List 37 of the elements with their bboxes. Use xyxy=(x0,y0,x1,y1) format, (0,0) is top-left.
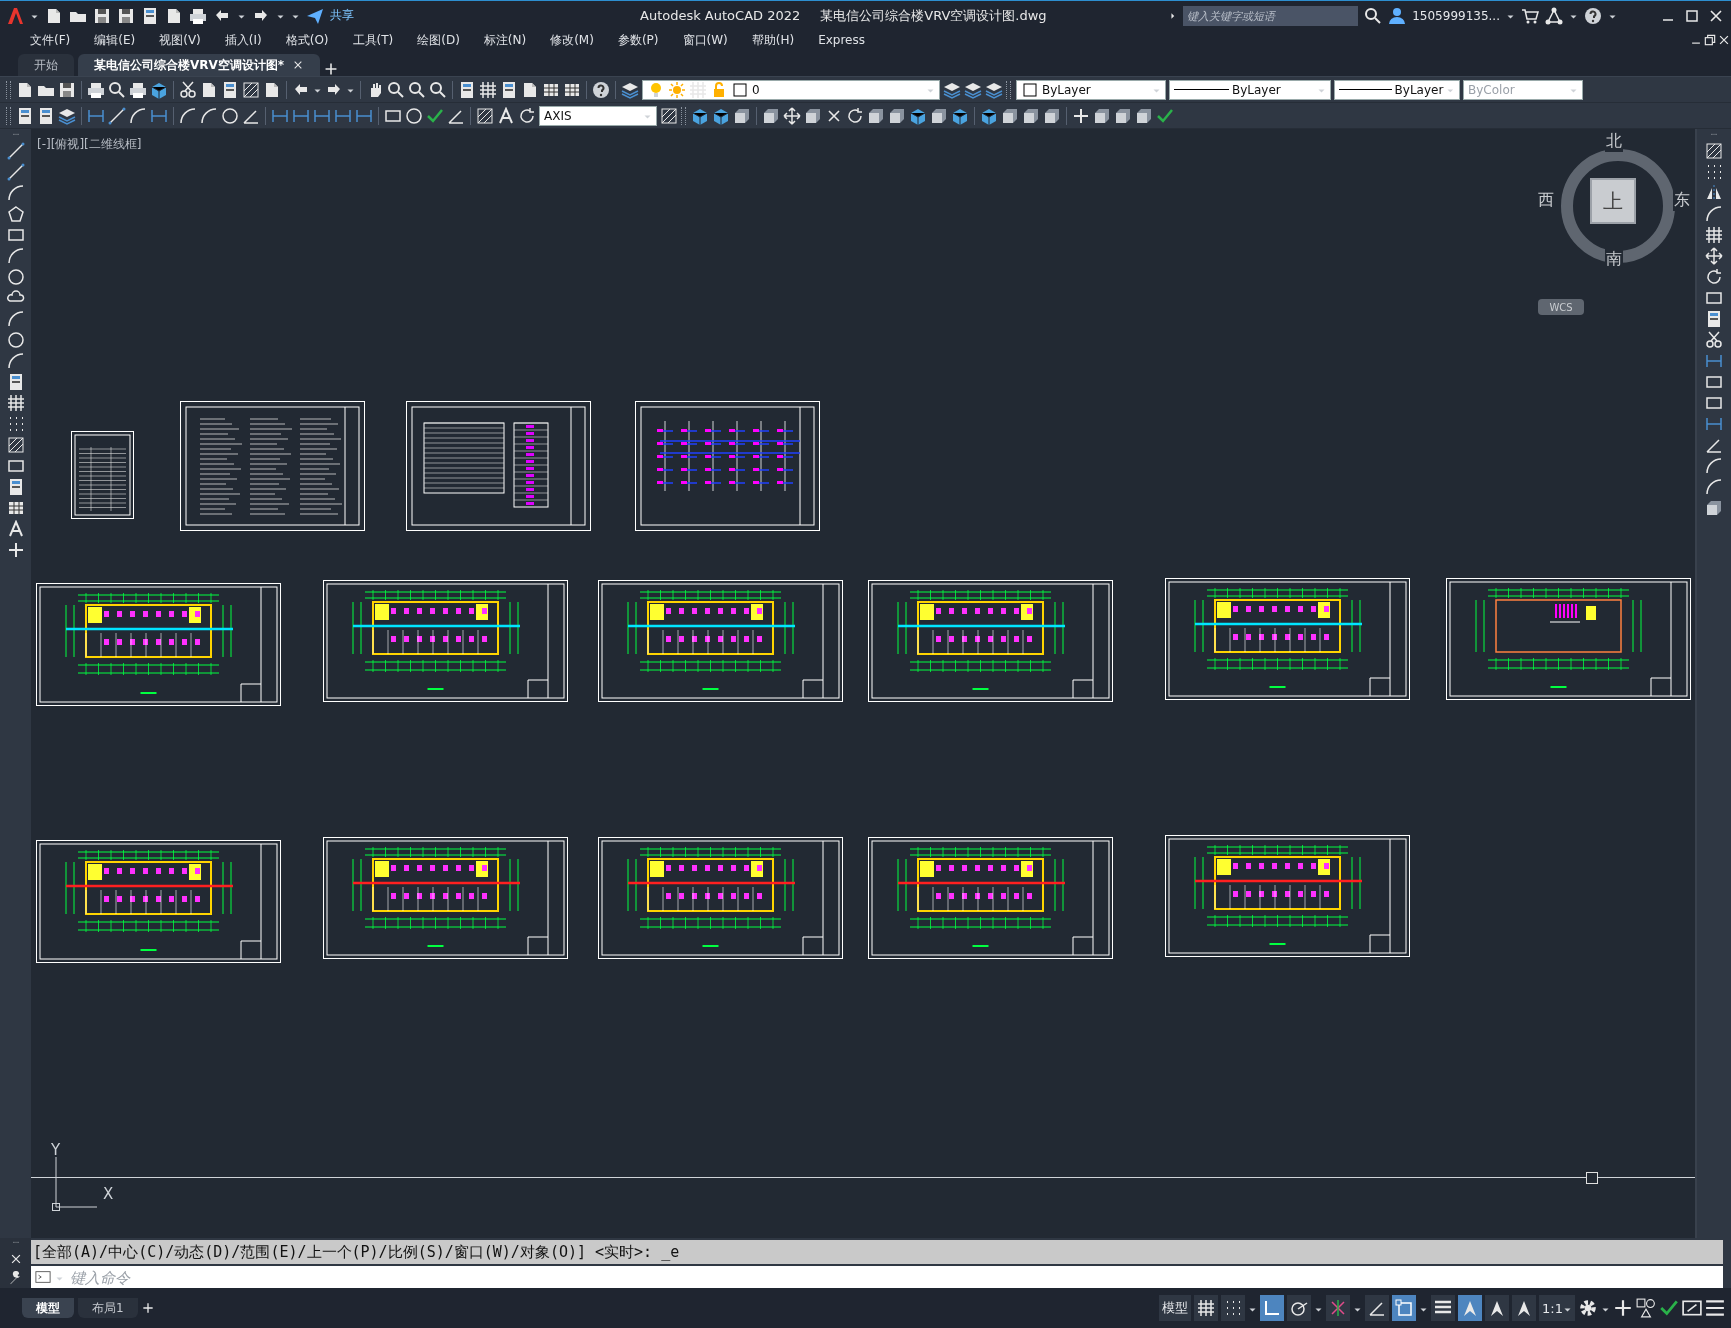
compass-label[interactable]: 北 xyxy=(1605,131,1623,152)
ucs-menu-button[interactable]: WCS xyxy=(1538,299,1584,315)
menu-item[interactable]: 修改(M) xyxy=(538,31,606,49)
share-link[interactable]: 共享 xyxy=(330,7,354,24)
menu-item[interactable]: 插入(I) xyxy=(212,31,274,49)
axis-label: X xyxy=(103,1185,114,1203)
layout-tab[interactable]: 模型 xyxy=(22,1298,74,1318)
color-dropdown[interactable]: ByLayer xyxy=(1016,79,1166,100)
menu-item[interactable]: 视图(V) xyxy=(147,31,213,49)
layer-dropdown[interactable]: 0 xyxy=(642,79,940,100)
menu-item[interactable]: 绘图(D) xyxy=(405,31,472,49)
command-history: [全部(A)/中心(C)/动态(D)/范围(E)/上一个(P)/比例(S)/窗口(W)/对象(O)] <实时>: _e xyxy=(31,1240,1723,1264)
menu-item[interactable]: 窗口(W) xyxy=(670,31,740,49)
search-field[interactable]: 键入关键字或短语 xyxy=(1183,5,1359,26)
lineweight-dropdown[interactable]: ByLayer xyxy=(1334,79,1460,100)
model-space-button[interactable]: 模型 xyxy=(1159,1295,1192,1321)
menu-item[interactable]: 工具(T) xyxy=(340,31,406,49)
axis-label: Y xyxy=(51,1141,61,1159)
layout-tab[interactable]: 布局1 xyxy=(78,1298,138,1318)
file-tab[interactable]: 开始 xyxy=(18,54,74,76)
menu-item[interactable]: 标注(N) xyxy=(471,31,539,49)
menu-item[interactable]: 格式(O) xyxy=(273,31,341,49)
annotation-scale-button[interactable]: 1:1 xyxy=(1539,1295,1575,1321)
compass-label[interactable]: 东 xyxy=(1673,190,1691,211)
viewport-controls-label[interactable]: [-][俯视][二维线框] xyxy=(37,136,142,153)
menu-item[interactable]: 编辑(E) xyxy=(82,31,148,49)
linetype-dropdown[interactable]: ByLayer xyxy=(1169,79,1331,100)
user-account-menu[interactable]: 1505999135... xyxy=(1412,8,1500,23)
menu-item[interactable]: 参数(P) xyxy=(605,31,671,49)
menu-item[interactable]: Express xyxy=(806,33,877,47)
menu-item[interactable]: 文件(F) xyxy=(18,31,83,49)
dimension-style-dropdown[interactable]: AXIS xyxy=(539,105,657,126)
file-tab[interactable]: 某电信公司综合楼VRV空调设计图* xyxy=(78,54,321,76)
viewcube-face[interactable]: 上 xyxy=(1590,178,1636,224)
app-title: Autodesk AutoCAD 2022 xyxy=(640,8,801,23)
document-title: 某电信公司综合楼VRV空调设计图.dwg xyxy=(820,6,1047,25)
menu-item[interactable]: 帮助(H) xyxy=(739,31,807,49)
